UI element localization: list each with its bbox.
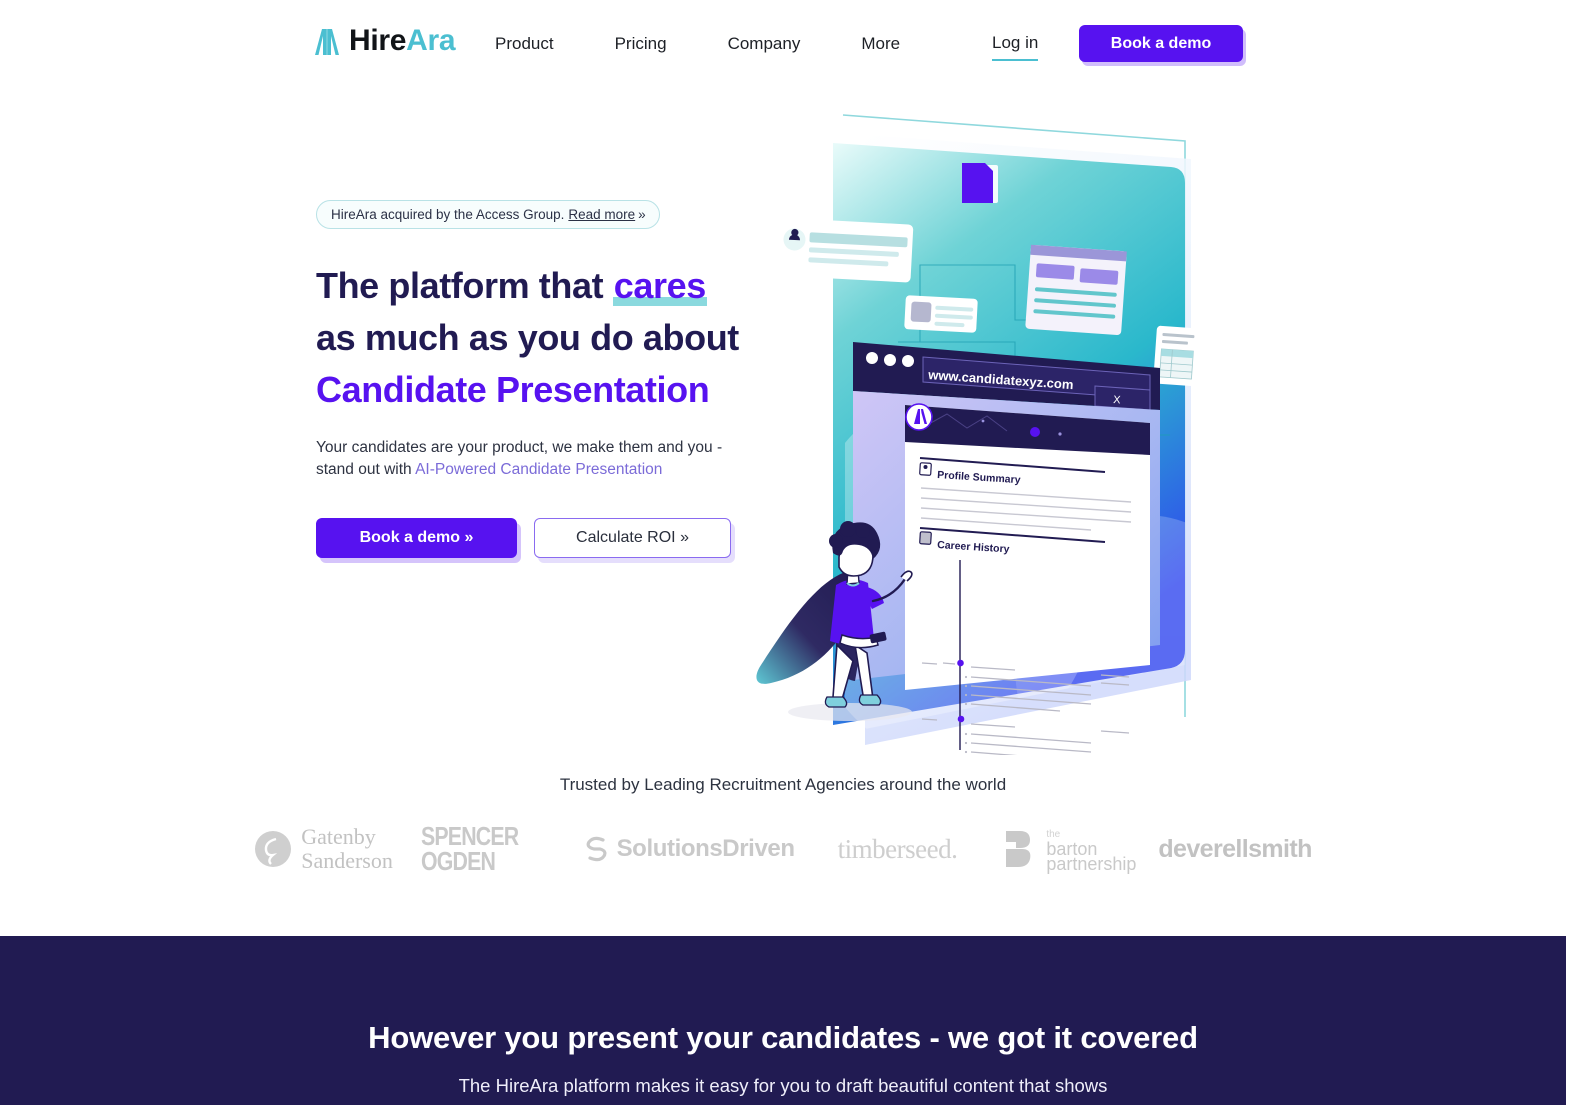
hero-title-line1-plain: The platform that xyxy=(316,265,613,306)
logo[interactable]: HireAra xyxy=(313,24,456,57)
book-a-demo-button-header[interactable]: Book a demo xyxy=(1079,25,1243,62)
hero-content: HireAra acquired by the Access Group. Re… xyxy=(316,200,746,558)
hero-subtitle-link[interactable]: AI-Powered Candidate Presentation xyxy=(415,461,662,478)
login-link[interactable]: Log in xyxy=(992,31,1039,61)
calculate-roi-button[interactable]: Calculate ROI » xyxy=(534,518,731,558)
features-intro-subtitle: The HireAra platform makes it easy for y… xyxy=(458,1075,1108,1096)
chevron-right-icon: » xyxy=(638,207,645,222)
hero-cta-group: Book a demo » Calculate ROI » xyxy=(316,518,746,558)
nav-item-company[interactable]: Company xyxy=(728,30,801,58)
doc-icon xyxy=(962,163,998,203)
nav-item-product[interactable]: Product xyxy=(495,30,554,58)
announcement-banner[interactable]: HireAra acquired by the Access Group. Re… xyxy=(316,200,660,229)
hero-subtitle: Your candidates are your product, we mak… xyxy=(316,437,740,481)
page-root: HireAra Product Pricing Company More Log… xyxy=(0,0,1566,1105)
solutions-driven-label: SolutionsDriven xyxy=(616,835,795,862)
client-logo-row: Gatenby Sanderson SPENCER OGDEN Solution… xyxy=(0,823,1566,876)
client-logo-gatenby-sanderson: Gatenby Sanderson xyxy=(254,825,393,873)
spencer-line2: OGDEN xyxy=(420,846,496,876)
barton-line2: partnership xyxy=(1046,853,1137,874)
deverellsmith-label: deverellsmith xyxy=(1158,834,1312,863)
page-title: The platform that cares as much as you d… xyxy=(316,260,746,416)
client-logo-deverellsmith: deverellsmith xyxy=(1158,834,1312,864)
hero-title-line2: as much as you do about xyxy=(316,317,739,358)
announcement-text: HireAra acquired by the Access Group. xyxy=(331,207,565,222)
logo-text-ara: Ara xyxy=(406,24,456,57)
trusted-by-section: Trusted by Leading Recruitment Agencies … xyxy=(0,775,1566,874)
logo-text-hire: Hire xyxy=(349,24,407,57)
client-logo-solutions-driven: SolutionsDriven xyxy=(582,834,795,864)
gatenby-line2: Sanderson xyxy=(301,848,393,873)
nav-item-pricing[interactable]: Pricing xyxy=(615,30,667,58)
client-logo-barton-partnership: the barton partnership xyxy=(1002,827,1137,874)
hero-illustration: www.candidatexyz.com X Profile Summary C… xyxy=(715,105,1215,755)
site-header: HireAra Product Pricing Company More Log… xyxy=(0,0,1566,88)
logo-mark-icon xyxy=(313,26,341,56)
client-logo-timberseed: timberseed. xyxy=(838,834,958,865)
gatenby-mark-icon xyxy=(255,831,292,867)
solutions-driven-mark-icon xyxy=(586,836,607,862)
features-intro-title: However you present your candidates - we… xyxy=(368,1020,1198,1055)
nav-item-more[interactable]: More xyxy=(861,30,900,58)
gatenby-line1: Gatenby xyxy=(301,824,376,849)
barton-mark-icon xyxy=(1006,831,1031,867)
timberseed-label: timberseed. xyxy=(837,833,958,864)
book-a-demo-button-hero[interactable]: Book a demo » xyxy=(316,518,517,558)
hero-title-line3: Candidate Presentation xyxy=(316,369,710,410)
features-intro-section: However you present your candidates - we… xyxy=(0,936,1566,1105)
client-logo-spencer-ogden: SPENCER OGDEN xyxy=(420,823,540,876)
announcement-read-more-link[interactable]: Read more xyxy=(568,207,635,222)
primary-navigation: Product Pricing Company More xyxy=(495,30,900,58)
logo-text: HireAra xyxy=(349,24,456,57)
hero-title-highlight: cares xyxy=(612,265,707,306)
trusted-by-title: Trusted by Leading Recruitment Agencies … xyxy=(559,775,1007,794)
